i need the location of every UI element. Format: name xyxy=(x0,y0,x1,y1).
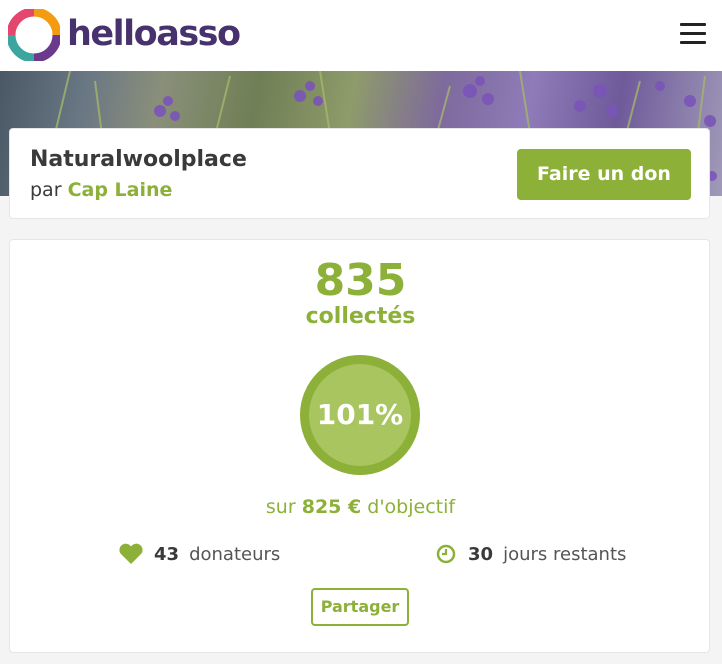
donors-stat: 43 donateurs xyxy=(118,540,280,568)
amount-collected: 835 xyxy=(314,255,407,306)
progress-percent: 101% xyxy=(316,398,404,431)
progress-gauge: 101% xyxy=(300,355,420,475)
goal-suffix: d'objectif xyxy=(367,496,456,518)
days-label: jours restants xyxy=(503,543,627,565)
share-button[interactable]: Partager xyxy=(311,588,409,626)
brand-name[interactable]: helloasso xyxy=(67,10,241,58)
days-count: 30 xyxy=(468,543,494,565)
organizer-prefix: par xyxy=(30,179,62,201)
helloasso-logo-icon[interactable] xyxy=(8,9,60,61)
goal-text: sur 825 € d'objectif xyxy=(10,496,711,518)
top-bar: helloasso xyxy=(0,0,722,71)
donate-button[interactable]: Faire un don xyxy=(517,149,691,200)
campaign-organizer: par Cap Laine xyxy=(30,179,172,201)
organizer-link[interactable]: Cap Laine xyxy=(68,179,173,201)
goal-amount: 825 € xyxy=(301,496,362,518)
days-remaining-stat: 30 jours restants xyxy=(436,540,626,568)
campaign-header-card: Naturalwoolplace par Cap Laine Faire un … xyxy=(9,128,710,219)
clock-icon xyxy=(436,544,456,564)
campaign-title: Naturalwoolplace xyxy=(30,147,247,172)
donors-count: 43 xyxy=(154,543,180,565)
hamburger-menu-icon[interactable] xyxy=(678,20,708,46)
donors-label: donateurs xyxy=(189,543,281,565)
goal-prefix: sur xyxy=(265,496,296,518)
heart-icon xyxy=(119,543,143,564)
fundraising-stats-card: 835 collectés 101% sur 825 € d'objectif … xyxy=(9,239,710,653)
collected-label: collectés xyxy=(305,304,416,329)
